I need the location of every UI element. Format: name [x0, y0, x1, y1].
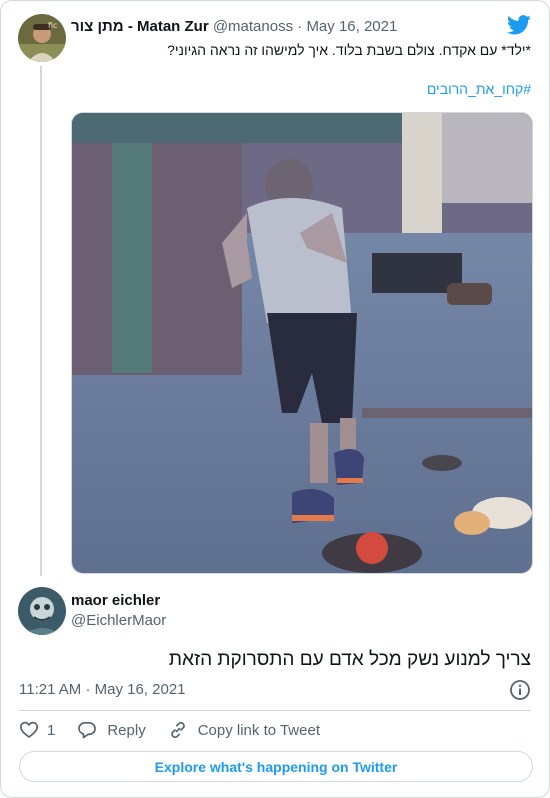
- tweet-timestamp[interactable]: 11:21 AM · May 16, 2021: [19, 681, 186, 698]
- reply-button[interactable]: Reply: [77, 720, 146, 740]
- reply-bubble-icon: [78, 721, 97, 739]
- main-avatar[interactable]: [18, 587, 66, 635]
- tweet-time: 11:21 AM: [19, 681, 82, 698]
- copy-link-button[interactable]: Copy link to Tweet: [168, 720, 320, 740]
- user-avatar-photo-icon: fic: [18, 14, 66, 62]
- like-button[interactable]: 1: [19, 720, 55, 740]
- divider: [19, 710, 531, 711]
- main-display-name[interactable]: maor eichler: [71, 592, 160, 609]
- parent-date[interactable]: May 16, 2021: [306, 18, 397, 35]
- twitter-bird-icon[interactable]: [507, 15, 531, 35]
- thread-connector: [40, 66, 42, 576]
- parent-avatar[interactable]: fic: [18, 14, 66, 62]
- heart-icon: [19, 721, 39, 739]
- hashtag-link[interactable]: #קחו_את_הרובים: [427, 81, 531, 97]
- like-count: 1: [47, 721, 56, 739]
- main-handle[interactable]: @EichlerMaor: [71, 612, 166, 629]
- main-tweet-text: צריך למנוע נשק מכל אדם עם התסרוקת הזאת: [168, 649, 531, 670]
- parent-tweet-text: *ילד* עם אקדח. צולם בשבת בלוד. איך למישה…: [167, 42, 531, 58]
- video-still-photo-icon: [72, 113, 532, 573]
- parent-display-name[interactable]: מתן צור - Matan Zur: [71, 18, 209, 35]
- parent-tweet-header: מתן צור - Matan Zur @matanoss · May 16, …: [71, 17, 397, 37]
- tweet-embed-card: fic מתן צור - Matan Zur @matanoss · May …: [0, 0, 550, 798]
- explore-twitter-button[interactable]: Explore what's happening on Twitter: [19, 751, 533, 782]
- svg-text:fic: fic: [48, 21, 57, 30]
- info-icon[interactable]: [509, 679, 531, 701]
- header-separator: ·: [297, 18, 303, 35]
- tweet-actions: 1 Reply Copy link to Tweet: [19, 719, 342, 741]
- parent-handle[interactable]: @matanoss: [213, 18, 293, 35]
- tweet-date: May 16, 2021: [94, 681, 186, 698]
- user-avatar-photo-icon: [18, 587, 66, 635]
- copy-link-label: Copy link to Tweet: [197, 721, 320, 739]
- tweet-media[interactable]: [71, 112, 533, 574]
- reply-label: Reply: [107, 721, 146, 739]
- link-icon: [170, 721, 185, 739]
- timestamp-separator: ·: [85, 681, 91, 698]
